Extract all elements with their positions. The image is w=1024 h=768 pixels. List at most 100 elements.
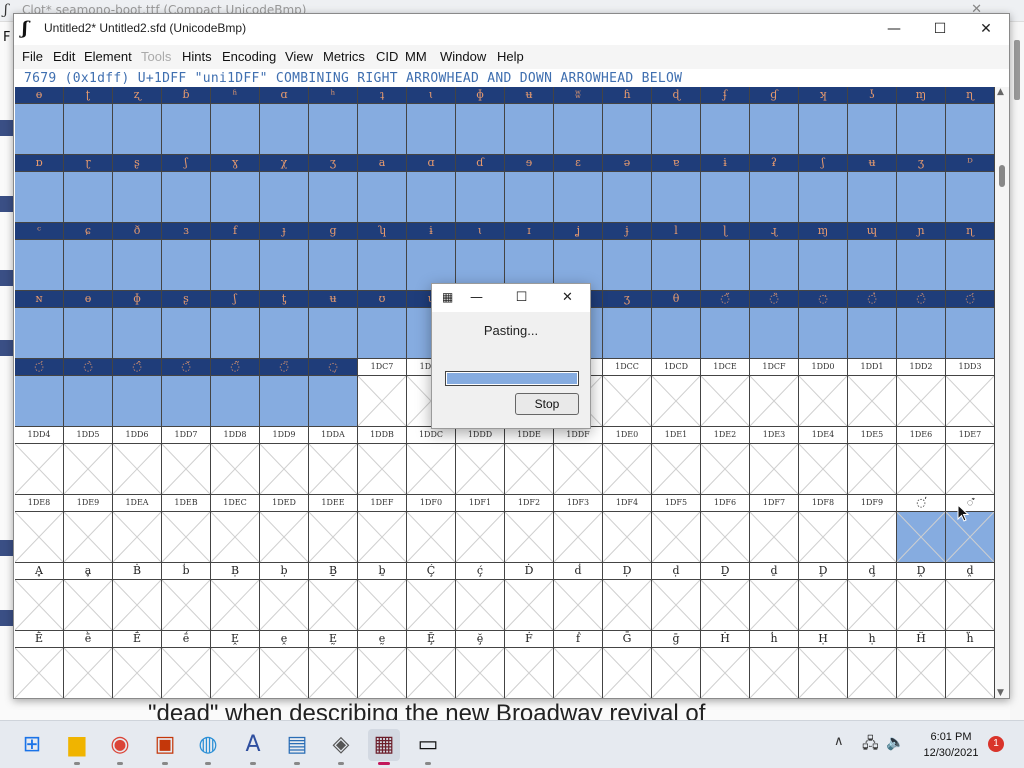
glyph-cell[interactable]: 1DEA [113, 495, 162, 563]
glyph-cell[interactable]: Ḥ [799, 631, 848, 698]
glyph-cell[interactable]: Ḏ [701, 563, 750, 631]
glyph-cell[interactable]: ɣ [211, 155, 260, 223]
stop-button[interactable]: Stop [515, 393, 579, 415]
glyph-cell[interactable]: 1DD7 [162, 427, 211, 495]
glyph-cell[interactable]: ḥ [848, 631, 897, 698]
glyph-cell[interactable]: ɳ [946, 87, 995, 155]
glyph-cell[interactable]: ʒ [309, 155, 358, 223]
taskbar-chrome-button[interactable]: ◉ [104, 729, 136, 765]
glyph-cell[interactable]: 1DE0 [603, 427, 652, 495]
glyph-cell[interactable]: ᶜ [15, 223, 64, 291]
glyph-cell[interactable]: ḑ [848, 563, 897, 631]
glyph-cell[interactable]: 1DDB [358, 427, 407, 495]
glyph-cell[interactable]: ʉ [309, 291, 358, 359]
glyph-cell[interactable]: ḣ [750, 631, 799, 698]
glyph-cell[interactable]: Ḙ [211, 631, 260, 698]
menu-encoding[interactable]: Encoding [222, 49, 276, 64]
glyph-cell[interactable]: Ḣ [701, 631, 750, 698]
dialog-titlebar[interactable]: ▦ — ☐ ✕ [432, 284, 590, 312]
glyph-cell[interactable]: 1DCE [701, 359, 750, 427]
glyph-cell[interactable]: ɩ [456, 223, 505, 291]
glyph-cell[interactable]: ɖ [652, 87, 701, 155]
glyph-cell[interactable]: ɨ [701, 155, 750, 223]
glyph-cell[interactable]: ʂ [113, 155, 162, 223]
glyph-cell[interactable]: 1DE3 [750, 427, 799, 495]
glyph-cell[interactable]: ɵ [64, 291, 113, 359]
show-hidden-icons-icon[interactable]: ∧ [834, 734, 844, 749]
glyph-cell[interactable]: Ḟ [505, 631, 554, 698]
glyph-cell[interactable]: Ḅ [211, 563, 260, 631]
glyph-cell[interactable]: ◌̏ [750, 291, 799, 359]
glyph-cell[interactable]: ɱ [897, 87, 946, 155]
glyph-cell[interactable]: 1DDF [554, 427, 603, 495]
glyph-cell[interactable]: ḍ [652, 563, 701, 631]
glyph-cell[interactable]: 1DF8 [799, 495, 848, 563]
dialog-minimize-button[interactable]: — [454, 284, 499, 312]
glyph-cell[interactable]: ɨ [407, 223, 456, 291]
glyph-cell[interactable]: 1DEE [309, 495, 358, 563]
glyph-cell[interactable]: ◌̒ [799, 291, 848, 359]
glyph-cell[interactable]: ḝ [456, 631, 505, 698]
glyph-cell[interactable]: ʡ [750, 155, 799, 223]
glyph-cell[interactable]: 1DD9 [260, 427, 309, 495]
glyph-cell[interactable]: ḧ [946, 631, 995, 698]
glyph-cell[interactable]: ɛ [554, 155, 603, 223]
glyph-cell[interactable]: l [652, 223, 701, 291]
glyph-cell[interactable]: ◌̀ [64, 359, 113, 427]
glyph-cell[interactable]: 1DF3 [554, 495, 603, 563]
glyph-cell[interactable]: 1DDD [456, 427, 505, 495]
glyph-cell[interactable]: 1DEB [162, 495, 211, 563]
glyph-cell[interactable]: 1DE7 [946, 427, 995, 495]
glyph-cell[interactable]: 1DD2 [897, 359, 946, 427]
glyph-cell[interactable]: ɗ [456, 155, 505, 223]
glyph-cell[interactable]: 1DD3 [946, 359, 995, 427]
menu-view[interactable]: View [285, 49, 313, 64]
glyph-cell[interactable]: ḙ [260, 631, 309, 698]
glyph-cell[interactable]: ◌̀ [897, 291, 946, 359]
glyph-cell[interactable]: a [358, 155, 407, 223]
glyph-cell[interactable]: ʂ [162, 291, 211, 359]
glyph-cell[interactable]: ʒ [603, 291, 652, 359]
glyph-cell[interactable]: ʃ [211, 291, 260, 359]
glyph-cell[interactable]: ɐ [652, 155, 701, 223]
glyph-cell[interactable]: 1DCD [652, 359, 701, 427]
glyph-cell[interactable]: Ḉ [407, 563, 456, 631]
vertical-scrollbar[interactable]: ▲ ▼ [995, 87, 1009, 698]
taskbar-paint-button[interactable]: ◍ [192, 729, 224, 765]
glyph-cell[interactable]: ◌̂ [113, 359, 162, 427]
taskbar-store-button[interactable]: ▣ [149, 729, 181, 765]
minimize-button[interactable]: — [871, 14, 917, 45]
glyph-cell[interactable]: f [211, 223, 260, 291]
glyph-cell[interactable]: ʊ [358, 291, 407, 359]
taskbar-terminal-button[interactable]: ▭ [412, 729, 444, 765]
glyph-cell[interactable]: ḋ [554, 563, 603, 631]
glyph-cell[interactable]: 1DF1 [456, 495, 505, 563]
glyph-cell[interactable]: ḗ [162, 631, 211, 698]
glyph-cell[interactable]: ɦ [603, 87, 652, 155]
glyph-cell[interactable]: ʬ [554, 87, 603, 155]
glyph-cell[interactable]: ʃ [799, 155, 848, 223]
glyph-cell[interactable]: Ḧ [897, 631, 946, 698]
glyph-cell[interactable]: ƫ [260, 291, 309, 359]
scroll-up-icon[interactable]: ▲ [997, 87, 1004, 97]
glyph-cell[interactable]: ʖ [848, 87, 897, 155]
glyph-cell[interactable]: ḇ [358, 563, 407, 631]
glyph-cell[interactable]: ḏ [750, 563, 799, 631]
glyph-cell[interactable]: ɴ [15, 291, 64, 359]
glyph-cell[interactable]: ɰ [848, 223, 897, 291]
glyph-cell[interactable]: Ḁ [15, 563, 64, 631]
glyph-cell[interactable]: Ḡ [603, 631, 652, 698]
glyph-cell[interactable]: 1DD5 [64, 427, 113, 495]
glyph-cell[interactable]: ◌̈ [260, 359, 309, 427]
glyph-cell[interactable]: ɪ [505, 223, 554, 291]
glyph-cell[interactable]: 1DF7 [750, 495, 799, 563]
notification-badge[interactable]: 1 [988, 736, 1004, 752]
glyph-cell[interactable]: 1DF2 [505, 495, 554, 563]
glyph-cell[interactable]: ◌̕ [897, 495, 946, 563]
glyph-cell[interactable]: 1DDA [309, 427, 358, 495]
glyph-cell[interactable]: ɓ [162, 87, 211, 155]
glyph-cell[interactable]: Ḓ [897, 563, 946, 631]
glyph-cell[interactable]: 1DE5 [848, 427, 897, 495]
glyph-cell[interactable]: ḓ [946, 563, 995, 631]
glyph-cell[interactable]: θ [652, 291, 701, 359]
